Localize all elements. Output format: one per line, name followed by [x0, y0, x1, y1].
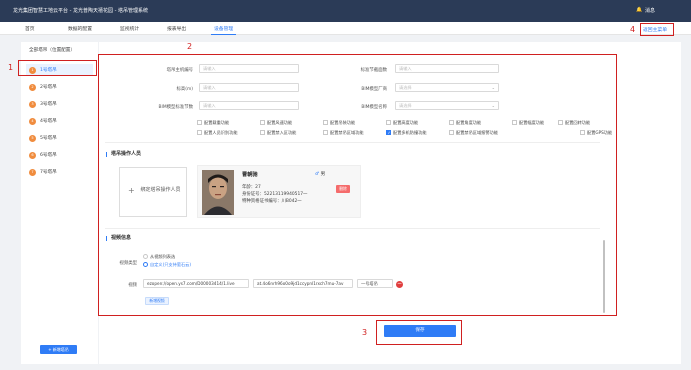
sidebar-item-label: 4号塔吊 [40, 119, 57, 124]
tab-data-config[interactable]: 数据的配置 [68, 25, 92, 32]
annotation-box-form [98, 54, 617, 316]
tower-number-badge: 4 [29, 117, 36, 125]
tower-number-badge: 7 [29, 168, 36, 176]
top-header-bar: 龙光集团智慧工地云平台 - 龙光普陶天禧花园 - 塔吊管理系统 🔔 消息 [0, 0, 691, 22]
tab-home[interactable]: 首页 [25, 25, 35, 32]
bell-icon[interactable]: 🔔 [636, 7, 642, 13]
sidebar-item-tower-4[interactable]: 4 4号塔吊 [26, 115, 93, 127]
sidebar-item-label: 6号塔吊 [40, 153, 57, 158]
annotation-number: 3 [362, 328, 368, 337]
sidebar-item-label: 3号塔吊 [40, 102, 57, 107]
sidebar-header: 全部塔吊（位置配置） [29, 48, 75, 53]
sidebar-item-tower-5[interactable]: 5 5号塔吊 [26, 132, 93, 144]
tower-number-badge: 3 [29, 100, 36, 108]
sidebar-item-label: 5号塔吊 [40, 136, 57, 141]
annotation-number: 4 [630, 25, 636, 34]
annotation-box-save [376, 320, 462, 345]
annotation-box-back-link [640, 23, 674, 36]
sidebar-item-tower-7[interactable]: 7 7号塔吊 [26, 166, 93, 178]
app-title: 龙光集团智慧工地云平台 - 龙光普陶天禧花园 - 塔吊管理系统 [13, 8, 148, 14]
sidebar-item-label: 2号塔吊 [40, 85, 57, 90]
sidebar-item-label: 7号塔吊 [40, 170, 57, 175]
main-nav: 首页 数据的配置 监视统计 报表导出 设备管理 [0, 22, 691, 35]
tab-monitor-stats[interactable]: 监视统计 [120, 25, 139, 32]
sidebar-item-tower-3[interactable]: 3 3号塔吊 [26, 98, 93, 110]
annotation-box-selected-tower [18, 60, 97, 76]
tower-number-badge: 5 [29, 134, 36, 142]
sidebar-item-tower-2[interactable]: 2 2号塔吊 [26, 81, 93, 93]
tab-report-export[interactable]: 报表导出 [167, 25, 186, 32]
tower-number-badge: 6 [29, 151, 36, 159]
tower-sidebar: 全部塔吊（位置配置） 1 1号塔吊 2 2号塔吊 3 3号塔吊 4 4号塔吊 5… [21, 42, 98, 364]
annotation-number: 1 [8, 63, 14, 72]
add-tower-button[interactable]: + 新增塔吊 [40, 345, 77, 354]
annotation-number: 2 [187, 42, 193, 51]
messages-label[interactable]: 消息 [645, 7, 655, 14]
tab-device-management[interactable]: 设备管理 [210, 25, 237, 35]
sidebar-item-tower-6[interactable]: 6 6号塔吊 [26, 149, 93, 161]
tower-number-badge: 2 [29, 83, 36, 91]
